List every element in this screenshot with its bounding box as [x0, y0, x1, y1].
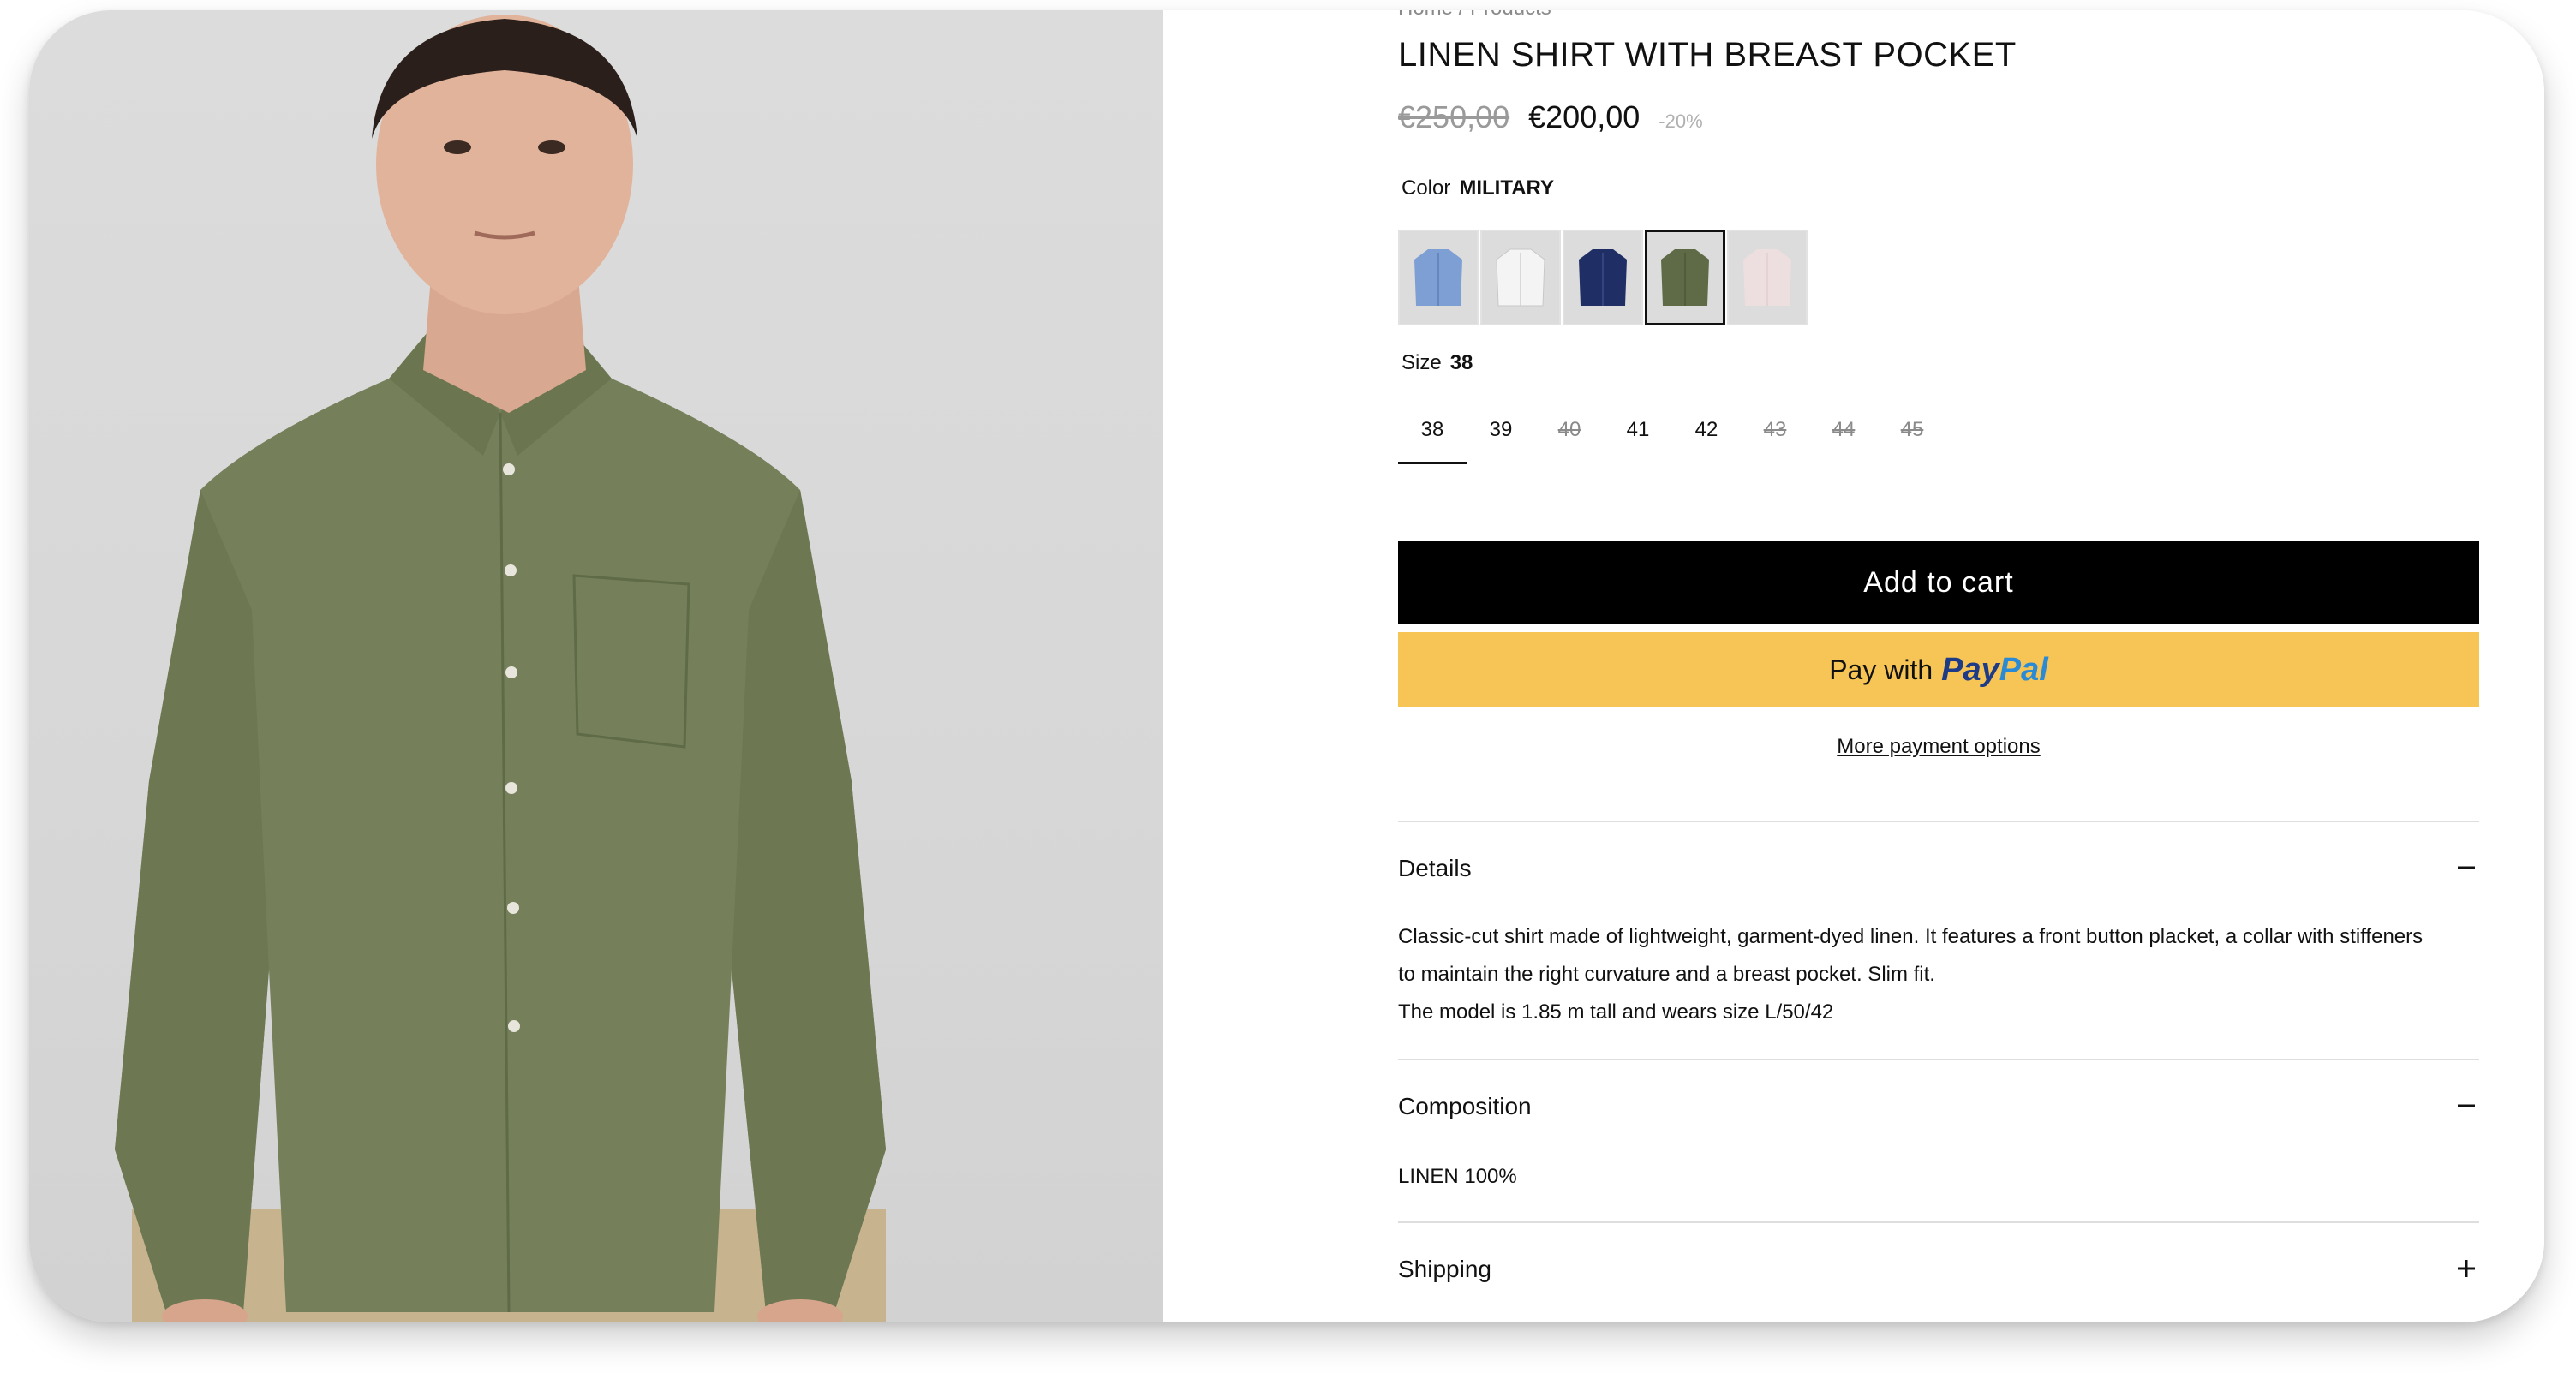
size-option-41[interactable]: 41 — [1604, 404, 1672, 464]
paypal-logo-pal: Pal — [1999, 651, 2048, 688]
color-swatch-military[interactable] — [1645, 230, 1725, 325]
old-price: €250,00 — [1398, 99, 1510, 134]
color-swatch-navy[interactable] — [1563, 230, 1643, 325]
size-option-43[interactable]: 43 — [1741, 404, 1809, 464]
shirt-icon — [1414, 249, 1462, 306]
details-accordion-title[interactable]: Details — [1398, 855, 1472, 882]
size-label-text: Size — [1402, 351, 1442, 374]
minus-icon[interactable] — [2457, 1096, 2476, 1115]
add-to-cart-button[interactable]: Add to cart — [1398, 541, 2479, 624]
browser-frame: Home / Products LINEN SHIRT WITH BREAST … — [29, 10, 2544, 1322]
size-option-44[interactable]: 44 — [1809, 404, 1878, 464]
shirt-icon — [1661, 249, 1709, 306]
shipping-accordion-title[interactable]: Shipping — [1398, 1256, 1491, 1283]
product-photo — [29, 10, 1163, 1322]
model-in-shirt-image — [115, 15, 886, 1322]
paypal-prefix: Pay with — [1829, 654, 1933, 685]
details-body: Classic-cut shirt made of lightweight, g… — [1398, 918, 2479, 1031]
selected-size-value: 38 — [1449, 351, 1473, 374]
details-text-line: Classic-cut shirt made of lightweight, g… — [1398, 925, 2424, 948]
size-option-42[interactable]: 42 — [1672, 404, 1741, 464]
color-swatch-white[interactable] — [1480, 230, 1561, 325]
current-price: €200,00 — [1528, 99, 1641, 134]
shirt-icon — [1496, 248, 1545, 307]
product-info-panel: Home / Products LINEN SHIRT WITH BREAST … — [1163, 10, 2544, 1322]
size-option-45[interactable]: 45 — [1878, 404, 1946, 464]
composition-accordion-title[interactable]: Composition — [1398, 1093, 1532, 1120]
more-payment-options-link[interactable]: More payment options — [1398, 735, 2479, 759]
size-option-39[interactable]: 39 — [1467, 404, 1535, 464]
paypal-logo-pay: Pay — [1941, 651, 1999, 688]
color-swatches — [1398, 230, 1809, 325]
color-swatch-light-blue[interactable] — [1398, 230, 1479, 325]
divider — [1398, 1059, 2479, 1060]
shirt-icon — [1743, 249, 1791, 306]
color-swatch-pink[interactable] — [1727, 230, 1808, 325]
size-options: 38 39 40 41 42 43 44 45 — [1398, 404, 1946, 464]
size-label: Size 38 — [1402, 351, 1473, 375]
discount-badge: -20% — [1659, 110, 1703, 132]
size-option-38[interactable]: 38 — [1398, 404, 1467, 464]
shirt-icon — [1579, 249, 1627, 306]
divider — [1398, 821, 2479, 822]
divider — [1398, 1221, 2479, 1223]
minus-icon[interactable] — [2457, 858, 2476, 877]
product-title: LINEN SHIRT WITH BREAST POCKET — [1398, 36, 2017, 74]
plus-icon[interactable] — [2457, 1259, 2476, 1278]
color-label-text: Color — [1402, 176, 1451, 200]
size-option-40[interactable]: 40 — [1535, 404, 1604, 464]
color-label: Color MILITARY — [1402, 176, 1554, 200]
price-row: €250,00 €200,00 -20% — [1398, 99, 1703, 135]
details-text-line: to maintain the right curvature and a br… — [1398, 963, 1935, 986]
details-text-line: The model is 1.85 m tall and wears size … — [1398, 1000, 1834, 1024]
paypal-button[interactable]: Pay with Pay Pal — [1398, 632, 2479, 707]
composition-body: LINEN 100% — [1398, 1165, 1517, 1188]
breadcrumb[interactable]: Home / Products — [1398, 10, 1551, 21]
selected-color-name: MILITARY — [1459, 176, 1555, 200]
